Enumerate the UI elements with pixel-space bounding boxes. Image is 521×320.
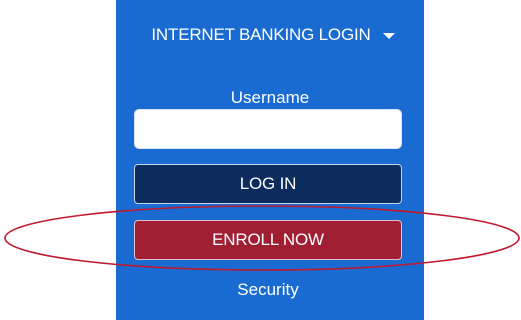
internet-banking-login-panel: INTERNET BANKING LOGIN Username LOG IN E… <box>116 0 424 320</box>
enroll-now-button-label: ENROLL NOW <box>212 230 324 249</box>
username-input[interactable] <box>134 109 402 149</box>
login-panel-header-toggle[interactable]: INTERNET BANKING LOGIN <box>128 22 418 48</box>
caret-down-icon <box>382 33 395 39</box>
login-button-label: LOG IN <box>239 174 297 193</box>
login-button[interactable]: LOG IN <box>134 164 402 204</box>
username-label: Username <box>230 88 310 107</box>
enroll-now-button[interactable]: ENROLL NOW <box>134 220 402 260</box>
security-link[interactable]: Security <box>134 280 402 300</box>
screenshot-stage: INTERNET BANKING LOGIN Username LOG IN E… <box>0 0 521 320</box>
login-panel-title: INTERNET BANKING LOGIN <box>151 25 371 44</box>
